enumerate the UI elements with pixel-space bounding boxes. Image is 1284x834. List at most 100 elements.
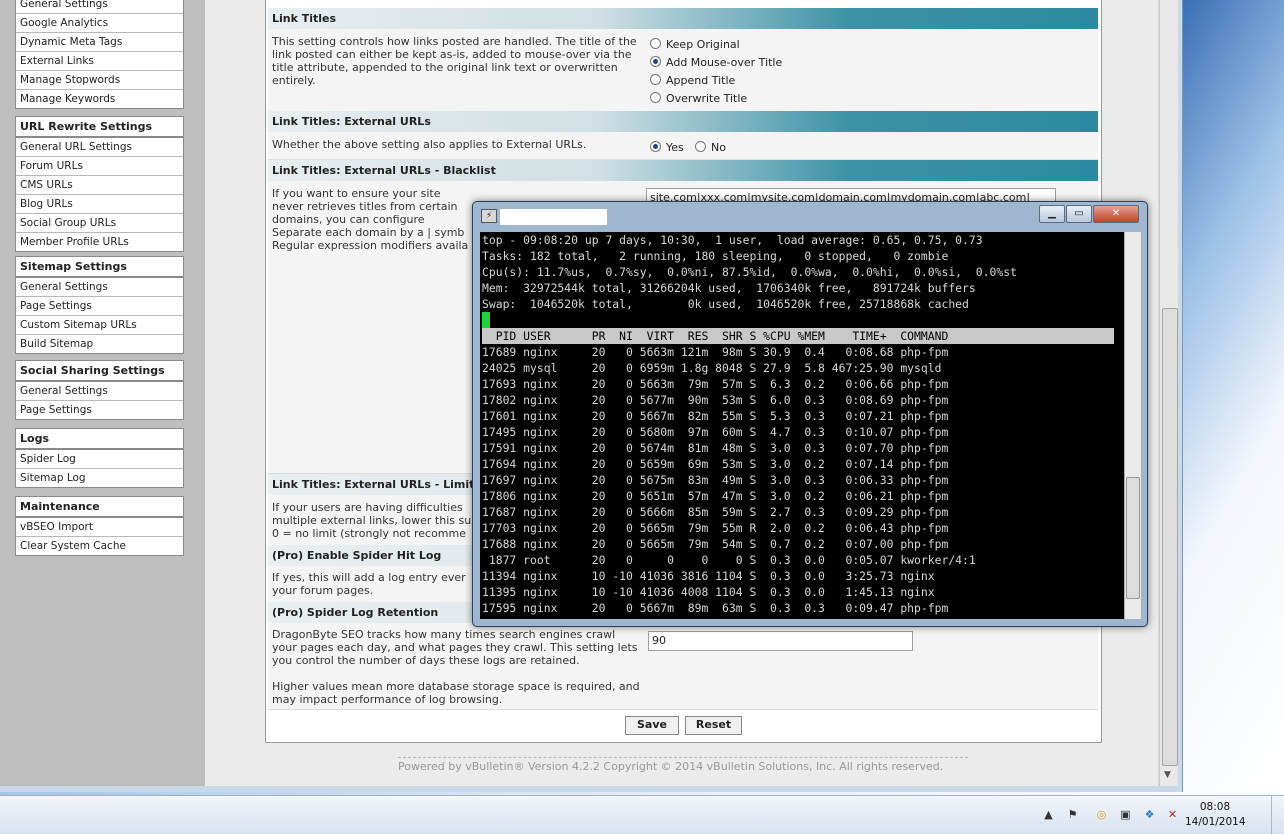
terminal-scrollbar-thumb[interactable] <box>1126 477 1140 599</box>
top-summary-line: Cpu(s): 11.7%us, 0.7%sy, 0.0%ni, 87.5%id… <box>482 265 1017 279</box>
maximize-button[interactable]: ▭ <box>1066 205 1092 223</box>
radio-icon <box>695 141 706 152</box>
volume-mute-icon[interactable]: ✕ <box>1166 808 1179 821</box>
external-urls-no[interactable]: No <box>695 141 726 154</box>
sidebar-group-title: Sitemap Settings <box>16 257 183 278</box>
sidebar-group: Social Sharing Settings General Settings P… <box>15 360 184 420</box>
sidebar-group: General Settings Google Analytics Dynamic … <box>15 0 184 109</box>
sidebar-item[interactable]: Page Settings <box>16 297 183 316</box>
process-row: 17595 nginx 20 0 5667m 89m 63m S 0.3 0.3… <box>482 601 949 615</box>
save-button[interactable]: Save <box>625 716 679 735</box>
sidebar-item[interactable]: Spider Log <box>16 450 183 469</box>
sidebar-item[interactable]: Manage Keywords <box>16 90 183 108</box>
sidebar-group-title: Social Sharing Settings <box>16 361 183 382</box>
scrollbar-thumb[interactable] <box>1162 308 1178 766</box>
radio-icon <box>650 74 661 85</box>
clock-date[interactable]: 14/01/2014 <box>1185 816 1246 828</box>
sidebar-item[interactable]: Blog URLs <box>16 195 183 214</box>
terminal-window[interactable]: ⚡ ▁ ▭ ✕ top - 09:08:20 up 7 days, 10:30,… <box>472 201 1148 627</box>
network-update-icon[interactable]: ◎ <box>1095 808 1108 821</box>
blacklist-description: If you want to ensure your site never re… <box>272 187 458 226</box>
sidebar-item[interactable]: General Settings <box>16 382 183 401</box>
sidebar-group: Sitemap Settings General Settings Page Set… <box>15 256 184 354</box>
process-row: 11395 nginx 10 -10 41036 4008 1104 S 0.3… <box>482 585 935 599</box>
radio-icon <box>650 92 661 103</box>
sidebar-item[interactable]: General Settings <box>16 0 183 14</box>
radio-icon <box>650 141 661 152</box>
clock-time[interactable]: 08:08 <box>1185 801 1245 813</box>
process-row: 17495 nginx 20 0 5680m 97m 60m S 4.7 0.3… <box>482 425 949 439</box>
terminal-scrollbar[interactable] <box>1124 232 1141 619</box>
sidebar-item[interactable]: Google Analytics <box>16 14 183 33</box>
close-button[interactable]: ✕ <box>1093 205 1139 223</box>
sidebar-item[interactable]: General URL Settings <box>16 138 183 157</box>
sidebar-group: Logs Spider Log Sitemap Log <box>15 428 184 488</box>
section-header-external-urls: Link Titles: External URLs <box>268 111 1098 132</box>
link-title-option[interactable]: Add Mouse-over Title <box>650 56 782 69</box>
scroll-down-icon[interactable]: ▼ <box>1164 770 1171 780</box>
minimize-button[interactable]: ▁ <box>1039 205 1065 223</box>
sidebar-item[interactable]: Sitemap Log <box>16 469 183 487</box>
sidebar-item[interactable]: CMS URLs <box>16 176 183 195</box>
process-row: 24025 mysql 20 0 6959m 1.8g 8048 S 27.9 … <box>482 361 942 375</box>
taskbar: ▲ ⚑ ◎ ▣ ❖ ✕ 08:08 14/01/2014 <box>0 795 1284 834</box>
spider-retention-description: DragonByte SEO tracks how many times sea… <box>272 628 638 667</box>
reset-button[interactable]: Reset <box>685 716 742 735</box>
sidebar-item[interactable]: vBSEO Import <box>16 518 183 537</box>
putty-icon[interactable]: ⚡ <box>481 209 497 223</box>
sidebar-item[interactable]: General Settings <box>16 278 183 297</box>
terminal-cursor <box>482 312 490 328</box>
external-urls-description: Whether the above setting also applies t… <box>272 138 587 151</box>
sidebar-group-title: URL Rewrite Settings <box>16 117 183 138</box>
link-title-option[interactable]: Keep Original <box>650 38 740 51</box>
process-row: 17703 nginx 20 0 5665m 79m 55m R 2.0 0.2… <box>482 521 949 535</box>
link-title-option[interactable]: Overwrite Title <box>650 92 747 105</box>
sidebar-item[interactable]: Social Group URLs <box>16 214 183 233</box>
process-row: 1877 root 20 0 0 0 0 S 0.3 0.0 0:05.07 k… <box>482 553 976 567</box>
top-summary-line: Swap: 1046520k total, 0k used, 1046520k … <box>482 297 969 311</box>
terminal-title-field <box>500 209 607 225</box>
process-row: 17802 nginx 20 0 5677m 90m 53m S 6.0 0.3… <box>482 393 949 407</box>
blacklist-description-modifiers: Separate each domain by a | symb Regular… <box>272 226 469 252</box>
dropbox-icon[interactable]: ❖ <box>1143 808 1156 821</box>
sidebar-item[interactable]: Clear System Cache <box>16 537 183 555</box>
flag-icon[interactable]: ⚑ <box>1066 808 1079 821</box>
chevron-up-icon[interactable]: ▲ <box>1042 808 1055 821</box>
sidebar-item[interactable]: Custom Sitemap URLs <box>16 316 183 335</box>
admin-sidebar: General Settings Google Analytics Dynamic … <box>0 0 205 786</box>
process-row: 17687 nginx 20 0 5666m 85m 59m S 2.7 0.3… <box>482 505 949 519</box>
sidebar-item[interactable]: External Links <box>16 52 183 71</box>
process-row: 17591 nginx 20 0 5674m 81m 48m S 3.0 0.3… <box>482 441 949 455</box>
sidebar-item[interactable]: Build Sitemap <box>16 335 183 353</box>
radio-icon <box>650 38 661 49</box>
sidebar-item[interactable]: Forum URLs <box>16 157 183 176</box>
show-desktop-button[interactable] <box>1271 796 1284 834</box>
sidebar-item[interactable]: Page Settings <box>16 401 183 419</box>
terminal-output[interactable]: top - 09:08:20 up 7 days, 10:30, 1 user,… <box>480 232 1133 619</box>
sidebar-item[interactable]: Manage Stopwords <box>16 71 183 90</box>
sidebar-item[interactable]: Dynamic Meta Tags <box>16 33 183 52</box>
terminal-titlebar[interactable]: ⚡ ▁ ▭ ✕ <box>473 202 1147 230</box>
section-header-link-titles: Link Titles <box>268 8 1098 29</box>
desktop-wallpaper <box>1183 0 1284 795</box>
sidebar-group-title: Logs <box>16 429 183 450</box>
link-titles-description: This setting controls how links posted a… <box>272 35 637 87</box>
display-icon[interactable]: ▣ <box>1119 808 1132 821</box>
external-urls-yes[interactable]: Yes <box>650 141 684 154</box>
page-scrollbar[interactable]: ▼ <box>1159 0 1178 786</box>
process-row: 17689 nginx 20 0 5663m 121m 98m S 30.9 0… <box>482 345 949 359</box>
top-summary-line: Tasks: 182 total, 2 running, 180 sleepin… <box>482 249 949 263</box>
limit-description: If your users are having difficulties mu… <box>272 501 472 540</box>
process-table-header: PID USER PR NI VIRT RES SHR S %CPU %MEM … <box>482 328 1114 344</box>
spider-hit-description: If yes, this will add a log entry ever y… <box>272 571 466 597</box>
link-title-option[interactable]: Append Title <box>650 74 735 87</box>
sidebar-item[interactable]: Member Profile URLs <box>16 233 183 251</box>
process-row: 17806 nginx 20 0 5651m 57m 47m S 3.0 0.2… <box>482 489 949 503</box>
process-row: 17693 nginx 20 0 5663m 79m 57m S 6.3 0.2… <box>482 377 949 391</box>
process-row: 11394 nginx 10 -10 41036 3816 1104 S 0.3… <box>482 569 935 583</box>
spider-retention-input[interactable]: 90 <box>648 631 913 651</box>
section-header-blacklist: Link Titles: External URLs - Blacklist <box>268 160 1098 181</box>
process-row: 17697 nginx 20 0 5675m 83m 49m S 3.0 0.3… <box>482 473 949 487</box>
footer-copyright: Powered by vBulletin® Version 4.2.2 Copy… <box>398 757 968 773</box>
process-row: 17601 nginx 20 0 5667m 82m 55m S 5.3 0.3… <box>482 409 949 423</box>
